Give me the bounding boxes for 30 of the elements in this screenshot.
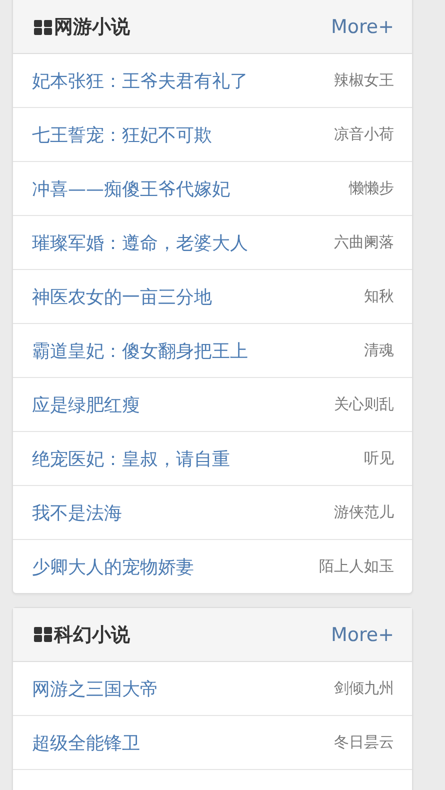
grid-icon [34, 627, 52, 642]
more-link[interactable]: More+ [330, 624, 394, 646]
author-name: 懒懒步 [349, 179, 394, 198]
author-name: 辣椒女王 [334, 71, 394, 90]
section-title: 科幻小说 [54, 622, 130, 648]
author-name: 知秋 [364, 287, 394, 306]
book-title-link[interactable]: 绝宠医妃：皇叔，请自重 [32, 446, 230, 470]
book-title-link[interactable]: 冲喜——痴傻王爷代嫁妃 [32, 176, 230, 200]
book-title-link[interactable]: 超级全能锋卫 [32, 730, 140, 754]
book-title-link[interactable]: 网游之三国大帝 [32, 676, 158, 700]
book-title-link[interactable]: 应是绿肥红瘦 [32, 392, 140, 416]
book-title-link[interactable]: 璀璨军婚：遵命，老婆大人 [32, 230, 248, 254]
author-name: 凉音小荷 [334, 125, 394, 144]
book-title-link[interactable]: 我不是法海 [32, 500, 122, 524]
book-title-link[interactable]: 霸道皇妃：傻女翻身把王上 [32, 338, 248, 362]
book-title-link[interactable]: 七王誓宠：狂妃不可欺 [32, 122, 212, 146]
author-name: 冬日昙云 [334, 733, 394, 752]
author-name: 游侠范儿 [334, 503, 394, 522]
book-title-link[interactable]: 妃本张狂：王爷夫君有礼了 [32, 68, 248, 92]
author-name: 剑倾九州 [334, 679, 394, 698]
grid-icon [34, 20, 52, 34]
author-name: 六曲阑落 [334, 233, 394, 252]
author-name: 听见 [364, 449, 394, 468]
book-title-link[interactable]: 神医农女的一亩三分地 [32, 284, 212, 308]
author-name: 清魂 [364, 341, 394, 360]
author-name: 陌上人如玉 [319, 557, 394, 576]
book-title-link[interactable]: 少卿大人的宠物娇妻 [32, 554, 194, 578]
more-link[interactable]: More+ [330, 16, 394, 38]
author-name: 关心则乱 [334, 395, 394, 414]
section-title: 网游小说 [54, 15, 130, 40]
